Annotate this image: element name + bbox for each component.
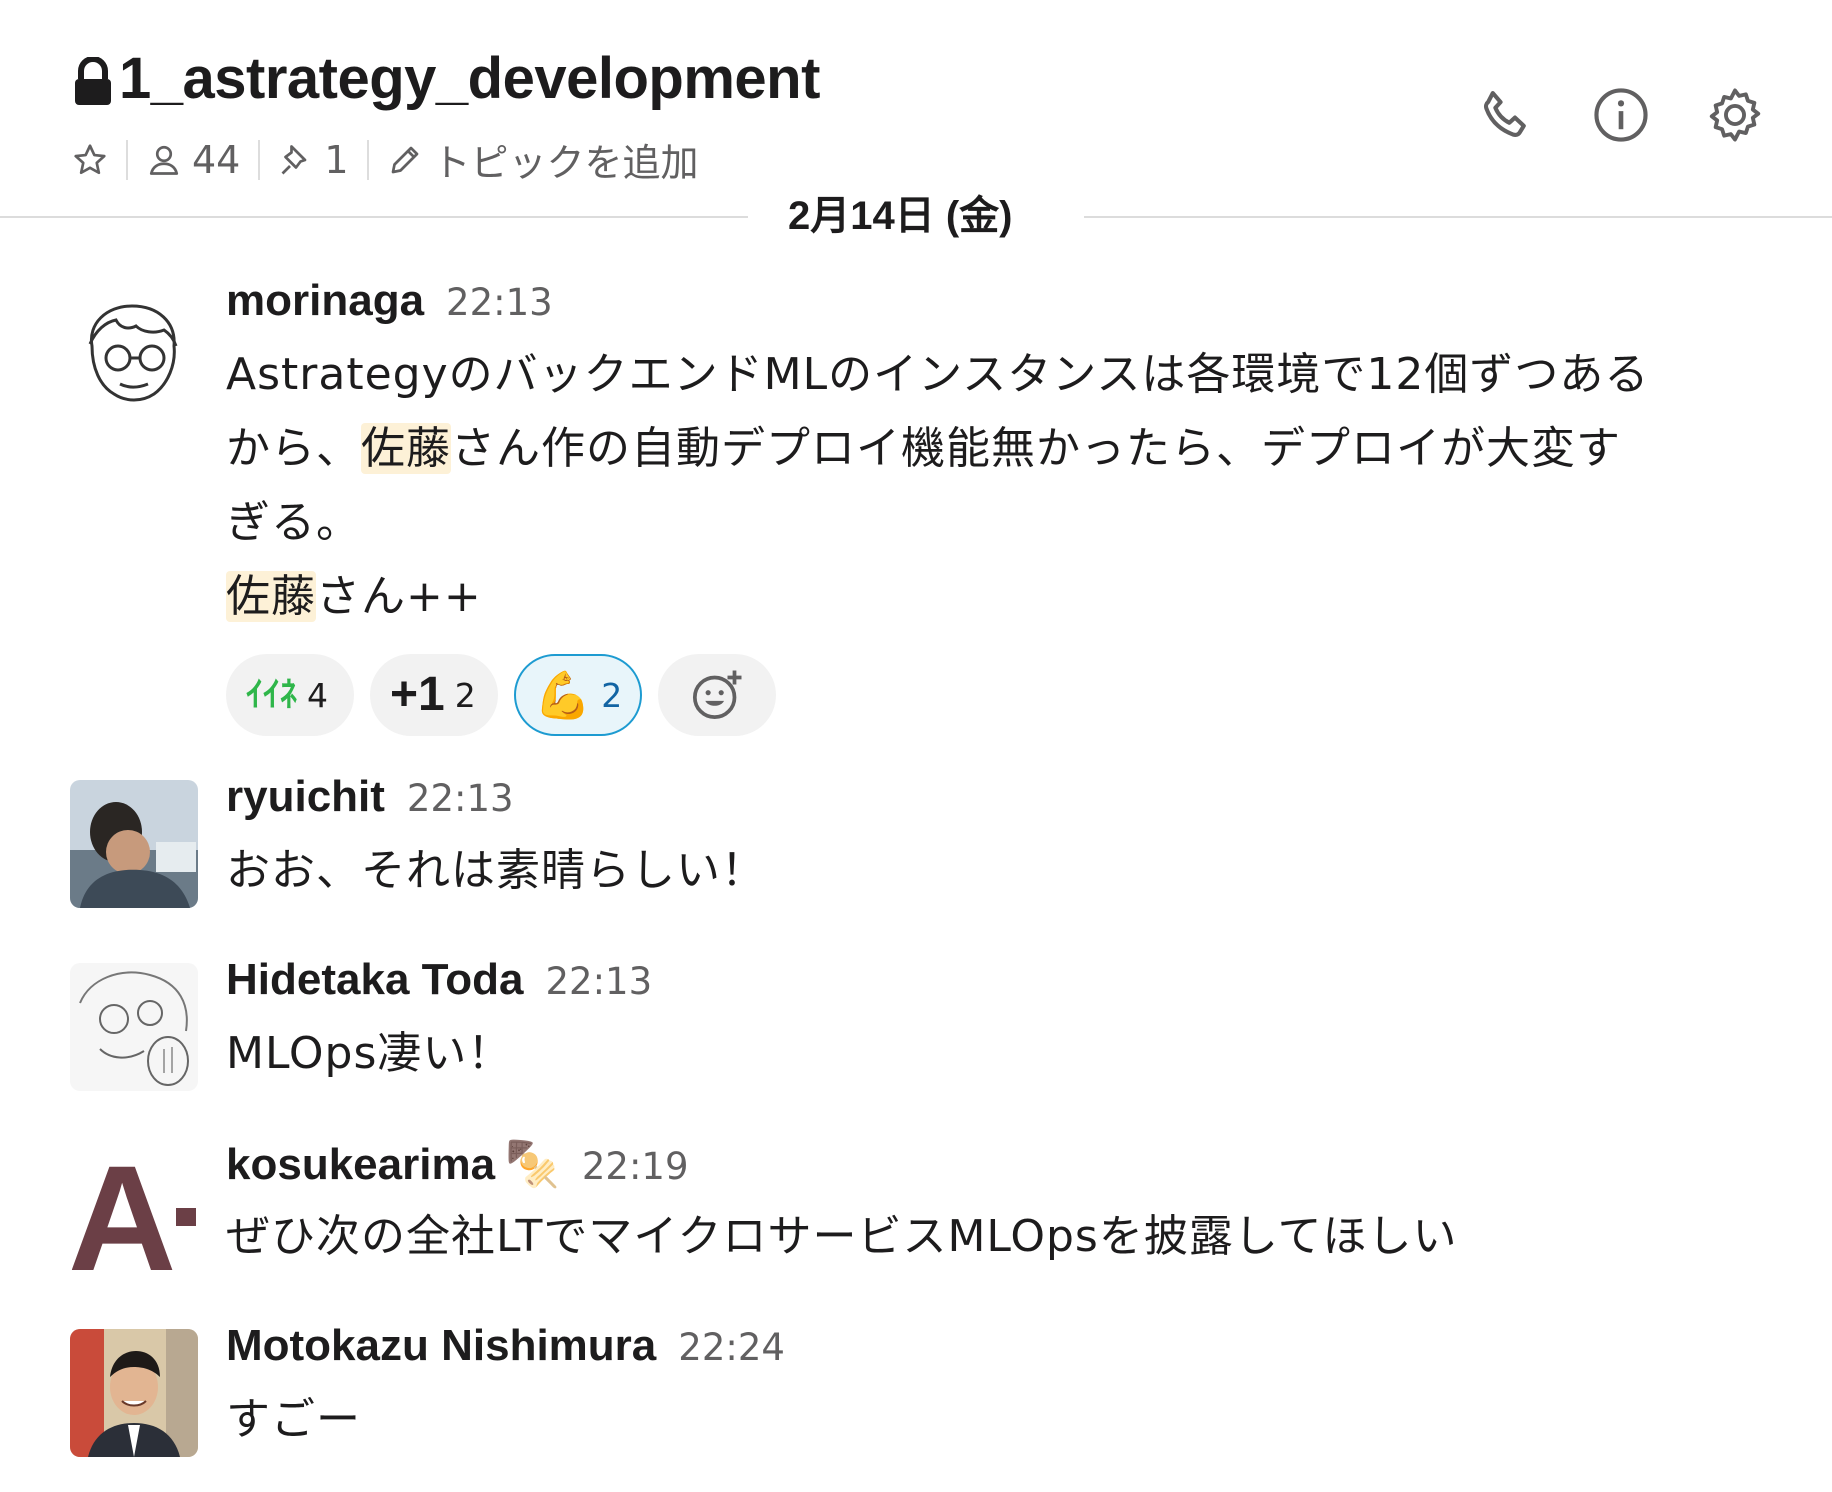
add-reaction-icon — [693, 670, 742, 720]
text-segment: から、 — [226, 423, 361, 474]
reaction-muscle[interactable]: 💪 2 — [514, 654, 643, 736]
author-name[interactable]: morinaga — [226, 276, 424, 326]
author-name[interactable]: ryuichit — [226, 772, 385, 822]
date-divider-line — [0, 216, 748, 218]
message-line: AstrategyのバックエンドMLのインスタンスは各環境で12個ずつある — [226, 349, 1650, 400]
text-segment: さん作の自動デプロイ機能無かったら、デプロイが大変す — [451, 423, 1621, 474]
star-icon — [74, 143, 106, 174]
add-topic-label: トピックを追加 — [432, 141, 699, 185]
channel-title[interactable]: 1_astrategy_development — [73, 44, 820, 114]
reaction-bar: ｲｲﾈ 4 +1 2 💪 2 — [226, 654, 1792, 736]
member-count-button[interactable]: 44 — [146, 138, 240, 182]
timestamp[interactable]: 22:13 — [407, 777, 514, 820]
meta-separator — [258, 139, 261, 180]
avatar-letter: A — [70, 1146, 176, 1274]
call-button[interactable] — [1474, 82, 1540, 148]
meta-separator — [126, 139, 128, 180]
info-icon — [1594, 88, 1648, 142]
lock-icon — [75, 57, 111, 105]
member-count: 44 — [192, 137, 241, 182]
pin-icon — [281, 144, 307, 174]
channel-header: 1_astrategy_development 44 1 トピックを追加 — [0, 0, 1832, 215]
settings-button[interactable] — [1702, 82, 1768, 148]
text-segment: さん++ — [316, 571, 482, 622]
message-text: おお、それは素晴らしい！ — [226, 845, 766, 896]
gear-icon — [1709, 88, 1761, 142]
date-divider[interactable]: 2月14日 (金) — [748, 190, 1053, 242]
meta-separator — [366, 139, 369, 180]
reaction-iine[interactable]: ｲｲﾈ 4 — [226, 654, 354, 736]
author-name[interactable]: kosukearima — [226, 1140, 495, 1190]
reaction-count: 4 — [307, 675, 328, 715]
avatar[interactable]: A — [70, 1146, 198, 1274]
muscle-emoji: 💪 — [534, 668, 592, 722]
message-text: ぜひ次の全社LTでマイクロサービスMLOpsを披露してほしい — [226, 1211, 1458, 1262]
avatar[interactable] — [70, 963, 198, 1091]
pinned-count: 1 — [324, 137, 349, 182]
star-button[interactable] — [72, 142, 108, 178]
channel-meta: 44 1 トピックを追加 — [72, 132, 699, 187]
add-reaction-button[interactable] — [658, 654, 777, 736]
header-actions — [1474, 82, 1768, 148]
plus-one-emoji: +1 — [390, 668, 445, 721]
reaction-count: 2 — [454, 675, 476, 715]
reaction-plus-one[interactable]: +1 2 — [370, 654, 498, 736]
message-text: AstrategyのバックエンドMLのインスタンスは各環境で12個ずつある から… — [226, 338, 1792, 634]
info-button[interactable] — [1588, 82, 1654, 148]
pinned-button[interactable]: 1 — [278, 137, 349, 182]
mention[interactable]: 佐藤 — [361, 423, 451, 474]
reaction-count: 2 — [601, 675, 623, 715]
timestamp[interactable]: 22:24 — [678, 1326, 785, 1369]
message-line: ぎる。 — [226, 497, 361, 548]
avatar[interactable] — [70, 294, 198, 422]
avatar[interactable] — [70, 780, 198, 908]
pencil-icon — [391, 146, 418, 173]
message-line: 佐藤さん++ — [226, 560, 1792, 634]
timestamp[interactable]: 22:13 — [545, 960, 652, 1003]
channel-name: 1_astrategy_development — [119, 46, 820, 111]
iine-emoji: ｲｲﾈ — [246, 675, 297, 715]
author-name[interactable]: Hidetaka Toda — [226, 955, 523, 1005]
author-name[interactable]: Motokazu Nishimura — [226, 1321, 656, 1371]
status-emoji[interactable]: 🍢 — [505, 1138, 560, 1190]
add-topic-button[interactable]: トピックを追加 — [387, 132, 699, 187]
mention[interactable]: 佐藤 — [226, 571, 316, 622]
message-text: MLOps凄い！ — [226, 1028, 513, 1079]
message-line: から、佐藤さん作の自動デプロイ機能無かったら、デプロイが大変す — [226, 412, 1792, 486]
person-icon — [149, 145, 179, 175]
message-text: すごー — [226, 1394, 361, 1445]
timestamp[interactable]: 22:13 — [446, 281, 553, 324]
date-divider-line — [1084, 216, 1832, 218]
phone-icon — [1483, 90, 1526, 137]
avatar[interactable] — [70, 1329, 198, 1457]
timestamp[interactable]: 22:19 — [582, 1145, 689, 1188]
